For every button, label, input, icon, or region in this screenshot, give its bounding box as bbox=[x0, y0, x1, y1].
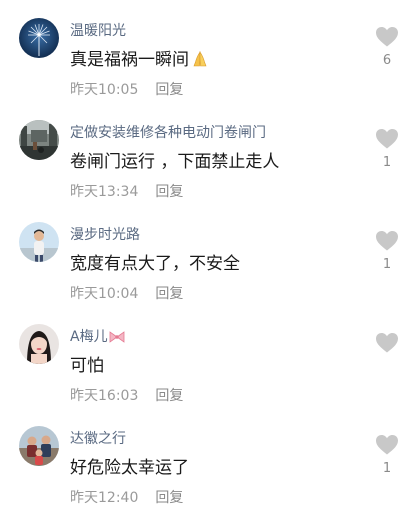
man-outdoor-avatar-icon bbox=[19, 222, 59, 262]
heart-icon[interactable] bbox=[372, 26, 402, 47]
username[interactable]: 温暖阳光 bbox=[70, 20, 126, 40]
username[interactable]: A梅儿 bbox=[70, 326, 125, 346]
ribbon-emoji-icon bbox=[109, 331, 124, 343]
reply-button[interactable]: 回复 bbox=[155, 286, 183, 302]
comment-meta: 昨天10:04 回复 bbox=[70, 283, 183, 303]
comment-text: 可怕 bbox=[70, 356, 104, 376]
username-text: A梅儿 bbox=[70, 329, 108, 345]
comment-list: 温暖阳光 真是福祸一瞬间 昨天10:05 回复 6 定做安装维修各种电动门卷闸门… bbox=[0, 0, 415, 517]
comment-meta: 昨天13:34 回复 bbox=[70, 181, 183, 201]
comment-content: 真是福祸一瞬间 bbox=[70, 45, 209, 70]
like-count: 6 bbox=[382, 53, 392, 68]
reply-button[interactable]: 回复 bbox=[155, 82, 183, 98]
comment-text: 好危险太幸运了 bbox=[70, 458, 189, 478]
like-button[interactable]: 1 bbox=[372, 230, 402, 272]
username[interactable]: 漫步时光路 bbox=[70, 224, 140, 244]
comment-time: 昨天16:03 bbox=[70, 388, 139, 404]
like-count: 1 bbox=[382, 155, 392, 170]
like-button[interactable]: 1 bbox=[372, 128, 402, 170]
comment-meta: 昨天12:40 回复 bbox=[70, 487, 183, 507]
avatar[interactable] bbox=[19, 426, 59, 466]
heart-icon[interactable] bbox=[372, 128, 402, 149]
comment-time: 昨天10:04 bbox=[70, 286, 139, 302]
comment-meta: 昨天16:03 回复 bbox=[70, 385, 183, 405]
comment-time: 昨天10:05 bbox=[70, 82, 139, 98]
like-button[interactable] bbox=[372, 332, 402, 374]
comment-item: 达徽之行 好危险太幸运了 昨天12:40 回复 1 bbox=[0, 408, 415, 510]
family-photo-avatar-icon bbox=[19, 426, 59, 466]
comment-meta: 昨天10:05 回复 bbox=[70, 79, 183, 99]
username-text: 达徽之行 bbox=[70, 431, 126, 447]
username-text: 定做安装维修各种电动门卷闸门 bbox=[70, 125, 266, 141]
comment-time: 昨天13:34 bbox=[70, 184, 139, 200]
avatar[interactable] bbox=[19, 324, 59, 364]
comment-text: 真是福祸一瞬间 bbox=[70, 50, 189, 70]
comment-item: A梅儿 可怕 昨天16:03 回复 bbox=[0, 306, 415, 408]
comment-content: 好危险太幸运了 bbox=[70, 453, 189, 478]
comment-item: 漫步时光路 宽度有点大了，不安全 昨天10:04 回复 1 bbox=[0, 204, 415, 306]
reply-button[interactable]: 回复 bbox=[155, 388, 183, 404]
avatar[interactable] bbox=[19, 18, 59, 58]
woman-portrait-avatar-icon bbox=[19, 324, 59, 364]
username[interactable]: 定做安装维修各种电动门卷闸门 bbox=[70, 122, 266, 142]
avatar[interactable] bbox=[19, 120, 59, 160]
username-text: 漫步时光路 bbox=[70, 227, 140, 243]
like-count: 1 bbox=[382, 257, 392, 272]
comment-item: 定做安装维修各种电动门卷闸门 卷闸门运行 ，下面禁止走人 昨天13:34 回复 1 bbox=[0, 102, 415, 204]
comment-item: 温暖阳光 真是福祸一瞬间 昨天10:05 回复 6 bbox=[0, 0, 415, 102]
street-scene-avatar-icon bbox=[19, 120, 59, 160]
comment-content: 卷闸门运行 ，下面禁止走人 bbox=[70, 147, 279, 172]
comment-text: 卷闸门运行 ，下面禁止走人 bbox=[70, 152, 280, 172]
comment-content: 可怕 bbox=[70, 351, 104, 376]
dandelion-avatar-icon bbox=[19, 18, 59, 58]
comment-time: 昨天12:40 bbox=[70, 490, 139, 506]
username[interactable]: 达徽之行 bbox=[70, 428, 126, 448]
username-text: 温暖阳光 bbox=[70, 23, 126, 39]
heart-icon[interactable] bbox=[372, 230, 402, 251]
comment-content: 宽度有点大了，不安全 bbox=[70, 249, 240, 274]
comment-text: 宽度有点大了，不安全 bbox=[70, 254, 240, 274]
folded-hands-emoji-icon bbox=[193, 51, 207, 67]
like-button[interactable]: 1 bbox=[372, 434, 402, 476]
like-count bbox=[372, 359, 402, 374]
reply-button[interactable]: 回复 bbox=[155, 184, 183, 200]
heart-icon[interactable] bbox=[372, 332, 402, 353]
reply-button[interactable]: 回复 bbox=[155, 490, 183, 506]
like-button[interactable]: 6 bbox=[372, 26, 402, 68]
avatar[interactable] bbox=[19, 222, 59, 262]
heart-icon[interactable] bbox=[372, 434, 402, 455]
like-count: 1 bbox=[382, 461, 392, 476]
